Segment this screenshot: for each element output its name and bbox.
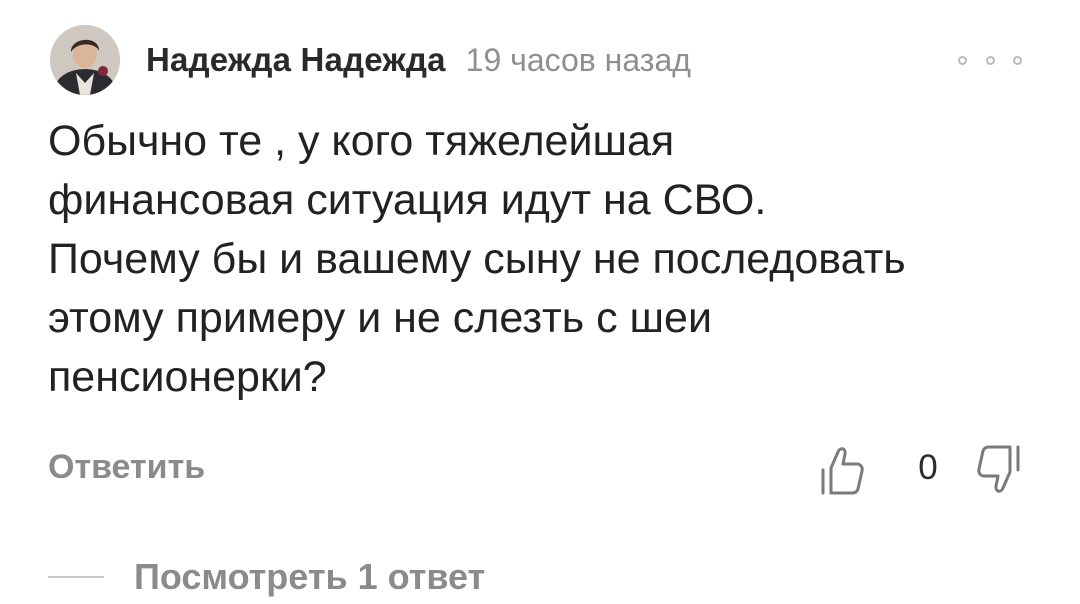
comment-header: Надежда Надежда 19 часов назад [50, 24, 691, 96]
more-dots-icon [1013, 55, 1022, 65]
comment-timestamp: 19 часов назад [465, 41, 691, 78]
more-dots-icon [985, 55, 995, 65]
author-name[interactable]: Надежда Надежда [146, 41, 446, 79]
thumb-down-icon [977, 445, 1020, 493]
dislike-button[interactable] [975, 440, 1025, 500]
comment-card: Надежда Надежда 19 часов назад Обычно те… [0, 0, 1080, 604]
comment-text: Обычно те , у кого тяжелейшая финансовая… [48, 117, 906, 401]
more-dots-icon [958, 55, 967, 65]
thumb-up-icon [821, 447, 864, 495]
avatar-image [50, 25, 120, 95]
avatar[interactable] [50, 25, 120, 95]
view-replies-label: Посмотреть 1 ответ [134, 556, 486, 597]
divider-line [48, 576, 104, 578]
view-replies-link[interactable]: Посмотреть 1 ответ [48, 556, 485, 598]
like-button[interactable] [818, 440, 868, 500]
reply-button[interactable]: Ответить [48, 448, 205, 487]
likes-count: 0 [918, 448, 938, 487]
more-options-button[interactable] [958, 50, 1022, 70]
